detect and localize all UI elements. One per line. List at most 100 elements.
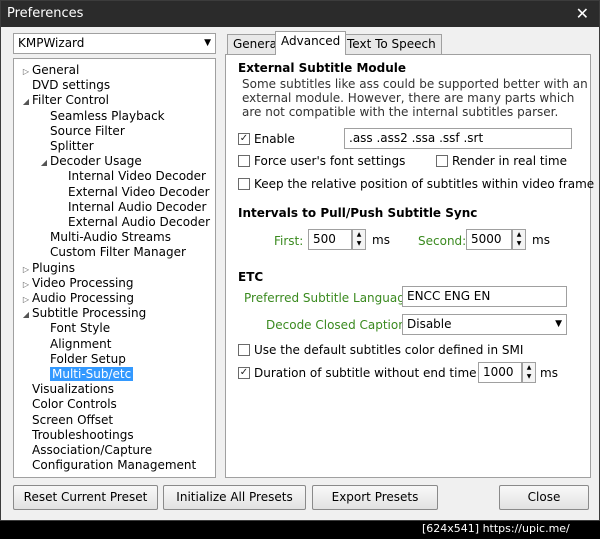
tree-item-label: Custom Filter Manager	[50, 245, 186, 260]
tree-item-label: Audio Processing	[32, 291, 134, 305]
arrow-down-icon[interactable]: ▼	[353, 239, 365, 248]
tree-item[interactable]: Internal Audio Decoder	[56, 200, 206, 215]
default-color-label: Use the default subtitles color defined …	[254, 343, 524, 357]
tree-item-label: Multi-Sub/etc	[50, 367, 134, 381]
tree-item-label: Configuration Management	[32, 458, 197, 473]
initialize-presets-button[interactable]: Initialize All Presets	[163, 485, 306, 510]
render-realtime-label: Render in real time	[452, 154, 567, 168]
close-button[interactable]: Close	[499, 485, 589, 510]
expand-icon[interactable]: ▷	[20, 277, 32, 292]
second-interval-stepper[interactable]: ▲ ▼	[512, 229, 526, 250]
tree-item[interactable]: ◢ Subtitle Processing	[20, 306, 146, 321]
extensions-input[interactable]: .ass .ass2 .ssa .ssf .srt	[344, 128, 572, 149]
image-footer-text: [624x541] https://upic.me/	[422, 522, 570, 535]
tree-item-label: Video Processing	[32, 275, 134, 290]
force-font-checkbox[interactable]	[238, 155, 250, 167]
window-title: Preferences	[7, 6, 84, 21]
export-presets-button[interactable]: Export Presets	[312, 485, 438, 510]
chevron-down-icon: ▼	[555, 319, 562, 329]
second-interval-input[interactable]: 5000	[466, 229, 512, 250]
tree-item[interactable]: ▷ Plugins	[20, 261, 75, 276]
tree-item[interactable]: Font Style	[38, 321, 110, 336]
tree-item[interactable]: External Audio Decoder	[56, 215, 210, 230]
expand-icon[interactable]: ▷	[20, 292, 32, 307]
duration-label: Duration of subtitle without end time	[254, 366, 477, 380]
tree-item-label: Screen Offset	[32, 412, 114, 427]
tree-item[interactable]: ◢ Filter Control	[20, 93, 109, 108]
etc-title: ETC	[238, 270, 264, 284]
tree-item[interactable]: ▷ Audio Processing	[20, 291, 134, 306]
force-font-label: Force user's font settings	[254, 154, 406, 168]
close-icon[interactable]: ✕	[576, 4, 589, 23]
collapse-icon[interactable]: ◢	[38, 155, 50, 170]
render-realtime-checkbox[interactable]	[436, 155, 448, 167]
tree-item[interactable]: Alignment	[38, 337, 111, 352]
tree-item-label: Splitter	[50, 139, 94, 153]
arrow-up-icon[interactable]: ▲	[353, 230, 365, 239]
tree-item[interactable]: ▷ General	[20, 63, 79, 78]
tree-item[interactable]: Visualizations	[20, 382, 114, 397]
arrow-down-icon[interactable]: ▼	[523, 372, 535, 381]
arrow-down-icon[interactable]: ▼	[513, 239, 525, 248]
tree-item[interactable]: Seamless Playback	[38, 109, 165, 124]
tree-item[interactable]: Internal Video Decoder	[56, 169, 206, 184]
default-color-checkbox[interactable]	[238, 344, 250, 356]
reset-preset-button[interactable]: Reset Current Preset	[13, 485, 158, 510]
enable-checkbox[interactable]: ✓	[238, 133, 250, 145]
first-interval-input[interactable]: 500	[308, 229, 352, 250]
tree-item[interactable]: Folder Setup	[38, 352, 126, 367]
external-module-title: External Subtitle Module	[238, 61, 407, 75]
first-interval-stepper[interactable]: ▲ ▼	[352, 229, 366, 250]
duration-stepper[interactable]: ▲ ▼	[522, 362, 536, 383]
intervals-title: Intervals to Pull/Push Subtitle Sync	[238, 206, 478, 220]
tree-item-label: DVD settings	[32, 78, 111, 93]
tree-item[interactable]: Splitter	[38, 139, 94, 154]
arrow-up-icon[interactable]: ▲	[513, 230, 525, 239]
first-unit: ms	[372, 233, 390, 247]
tree-item-label: External Audio Decoder	[68, 215, 211, 229]
preset-dropdown[interactable]: KMPWizard ▼	[13, 33, 216, 54]
tree-item[interactable]: Screen Offset	[20, 413, 113, 428]
tree-item-label: Internal Video Decoder	[68, 169, 206, 184]
keep-position-checkbox[interactable]	[238, 178, 250, 190]
language-input[interactable]: ENCC ENG EN	[402, 286, 567, 307]
tree-item[interactable]: Color Controls	[20, 397, 117, 412]
tree-item[interactable]: ◢ Decoder Usage	[38, 154, 142, 169]
tree-item-label: Source Filter	[50, 123, 125, 138]
tree-item[interactable]: Troubleshootings	[20, 428, 134, 443]
tree-item-label: Internal Audio Decoder	[68, 199, 207, 214]
tree-item[interactable]: Multi-Audio Streams	[38, 230, 171, 245]
enable-label: Enable	[254, 132, 295, 146]
second-unit: ms	[532, 233, 550, 247]
preset-value: KMPWizard	[18, 36, 85, 50]
tree-item-label: Plugins	[32, 260, 75, 275]
collapse-icon[interactable]: ◢	[20, 307, 32, 322]
duration-input[interactable]: 1000	[478, 362, 522, 383]
tree-item[interactable]: External Video Decoder	[56, 185, 210, 200]
tree-item-label: Font Style	[50, 321, 111, 336]
chevron-down-icon: ▼	[204, 38, 211, 48]
expand-icon[interactable]: ▷	[20, 262, 32, 277]
tree-item[interactable]: Multi-Sub/etc	[38, 367, 134, 382]
arrow-up-icon[interactable]: ▲	[523, 363, 535, 372]
tree-item[interactable]: Source Filter	[38, 124, 125, 139]
tab-advanced[interactable]: Advanced	[275, 31, 347, 55]
tree-item-label: External Video Decoder	[68, 184, 210, 199]
closed-captions-value: Disable	[407, 317, 452, 331]
external-module-description: Some subtitles like ass could be support…	[242, 77, 588, 119]
tree-item-label: Color Controls	[32, 397, 117, 412]
tree-item[interactable]: Custom Filter Manager	[38, 245, 186, 260]
tree-item[interactable]: Association/Capture	[20, 443, 152, 458]
expand-icon[interactable]: ▷	[20, 64, 32, 79]
tree-item-label: Seamless Playback	[50, 108, 165, 123]
closed-captions-select[interactable]: Disable ▼	[402, 314, 567, 335]
tree-item-label: Troubleshootings	[32, 427, 134, 442]
tree-item[interactable]: DVD settings	[20, 78, 110, 93]
collapse-icon[interactable]: ◢	[20, 94, 32, 109]
tree-item[interactable]: Configuration Management	[20, 458, 196, 473]
duration-checkbox[interactable]: ✓	[238, 367, 250, 379]
tree-item-label: Filter Control	[32, 93, 109, 108]
tree-item[interactable]: ▷ Video Processing	[20, 276, 134, 291]
title-bar: Preferences ✕	[1, 1, 599, 27]
tab-text-to-speech[interactable]: Text To Speech	[341, 34, 442, 54]
